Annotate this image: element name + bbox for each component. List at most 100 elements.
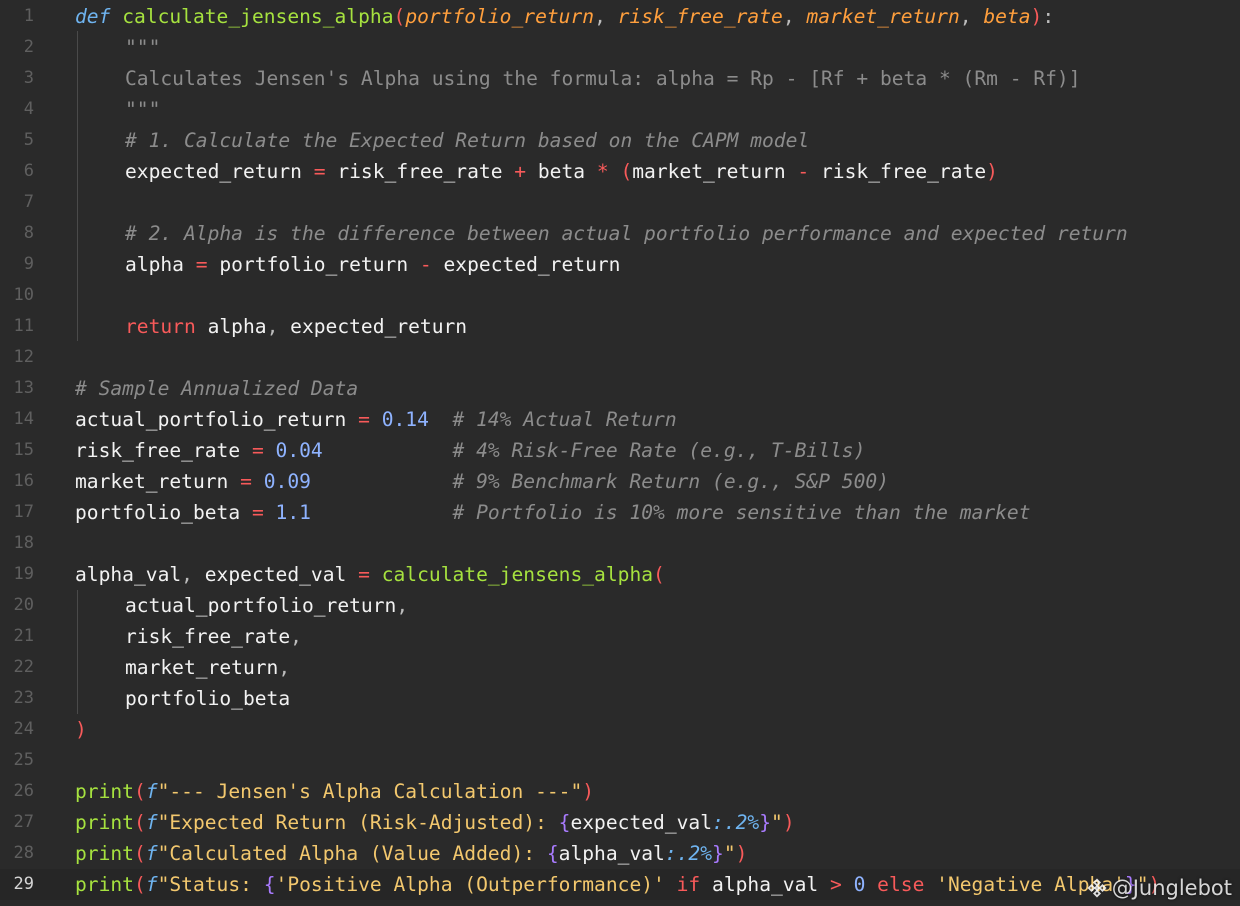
code-token: ) bbox=[582, 780, 595, 803]
code-token: portfolio_return bbox=[219, 253, 409, 276]
code-line[interactable]: 4 """ bbox=[0, 94, 1240, 125]
code-token: ( bbox=[133, 780, 146, 803]
code-token: { bbox=[558, 811, 571, 834]
code-token: # Sample Annualized Data bbox=[75, 377, 359, 400]
code-token: f bbox=[145, 873, 158, 896]
line-number: 14 bbox=[13, 409, 34, 429]
line-code: market_return = 0.09 # 9% Benchmark Retu… bbox=[75, 466, 889, 497]
code-line[interactable]: 28 print(f"Calculated Alpha (Value Added)… bbox=[0, 838, 1240, 869]
code-token: risk_free_rate bbox=[125, 625, 291, 648]
code-token: alpha bbox=[207, 315, 267, 338]
code-line[interactable]: 19 alpha_val, expected_val = calculate_je… bbox=[0, 559, 1240, 590]
line-number: 12 bbox=[13, 347, 34, 367]
code-line[interactable]: 23 portfolio_beta bbox=[0, 683, 1240, 714]
code-token: expected_return bbox=[290, 315, 468, 338]
code-token: , bbox=[278, 656, 291, 679]
line-number: 22 bbox=[13, 657, 34, 677]
line-number: 9 bbox=[23, 254, 34, 274]
code-token: """ bbox=[125, 98, 161, 121]
code-line[interactable]: 7 bbox=[0, 187, 1240, 218]
code-token: "Calculated Alpha (Value Added): bbox=[157, 842, 547, 865]
code-token: = bbox=[183, 253, 220, 276]
code-line[interactable]: 9 alpha = portfolio_return - expected_ret… bbox=[0, 249, 1240, 280]
code-token: else bbox=[865, 873, 937, 896]
code-line[interactable]: 8 # 2. Alpha is the difference between ac… bbox=[0, 218, 1240, 249]
code-line[interactable]: 22 market_return, bbox=[0, 652, 1240, 683]
code-line[interactable]: 11 return alpha, expected_return bbox=[0, 311, 1240, 342]
code-token: market_return bbox=[632, 160, 786, 183]
code-line[interactable]: 10 bbox=[0, 280, 1240, 311]
code-line[interactable]: 29 print(f"Status: {'Positive Alpha (Outp… bbox=[0, 869, 1240, 900]
code-token: alpha_val bbox=[75, 563, 182, 586]
code-token: alpha bbox=[125, 253, 184, 276]
code-token: alpha_val bbox=[558, 842, 665, 865]
code-token: f bbox=[145, 811, 158, 834]
code-editor[interactable]: 1 def calculate_jensens_alpha(portfolio_r… bbox=[0, 0, 1240, 906]
code-token: + bbox=[502, 160, 538, 183]
line-code: print(f"Status: {'Positive Alpha (Outper… bbox=[75, 869, 1160, 900]
code-token: ( bbox=[133, 842, 146, 865]
code-line[interactable]: 18 bbox=[0, 528, 1240, 559]
code-token: ( bbox=[133, 811, 146, 834]
code-line[interactable]: 14 actual_portfolio_return = 0.14 # 14% A… bbox=[0, 404, 1240, 435]
line-number: 19 bbox=[13, 564, 34, 584]
code-token: print bbox=[75, 811, 134, 834]
code-token: expected_val bbox=[570, 811, 713, 834]
code-line[interactable]: 27 print(f"Expected Return (Risk-Adjusted… bbox=[0, 807, 1240, 838]
code-line[interactable]: 5 # 1. Calculate the Expected Return base… bbox=[0, 125, 1240, 156]
code-line[interactable]: 3 Calculates Jensen's Alpha using the for… bbox=[0, 63, 1240, 94]
line-number: 17 bbox=[13, 502, 34, 522]
code-token: ) bbox=[782, 811, 795, 834]
line-number: 28 bbox=[13, 843, 34, 863]
code-token: = bbox=[346, 563, 382, 586]
code-token: - bbox=[785, 160, 822, 183]
code-token: risk_free_rate bbox=[337, 160, 503, 183]
code-token: expected_return bbox=[443, 253, 621, 276]
code-line[interactable]: 25 bbox=[0, 745, 1240, 776]
code-token: "--- Jensen's Alpha Calculation ---" bbox=[157, 780, 583, 803]
code-line[interactable]: 17 portfolio_beta = 1.1 # Portfolio is 10… bbox=[0, 497, 1240, 528]
code-token: 0.14 bbox=[381, 408, 429, 431]
line-number: 3 bbox=[23, 68, 34, 88]
line-code: risk_free_rate = 0.04 # 4% Risk-Free Rat… bbox=[75, 435, 865, 466]
code-line[interactable]: 12 bbox=[0, 342, 1240, 373]
code-token: ) bbox=[75, 718, 87, 741]
code-line[interactable]: 13 # Sample Annualized Data bbox=[0, 373, 1240, 404]
code-line[interactable]: 26 print(f"--- Jensen's Alpha Calculation… bbox=[0, 776, 1240, 807]
code-token: = bbox=[240, 501, 276, 524]
line-code: risk_free_rate, bbox=[125, 621, 302, 652]
code-token: 'Positive Alpha (Outperformance)' bbox=[275, 873, 665, 896]
code-token: > bbox=[818, 873, 854, 896]
line-code: print(f"Expected Return (Risk-Adjusted):… bbox=[75, 807, 795, 838]
code-token: , bbox=[594, 5, 618, 28]
line-code: """ bbox=[125, 32, 160, 63]
code-line[interactable]: 21 risk_free_rate, bbox=[0, 621, 1240, 652]
line-code: print(f"--- Jensen's Alpha Calculation -… bbox=[75, 776, 594, 807]
code-line[interactable]: 6 expected_return = risk_free_rate + beta… bbox=[0, 156, 1240, 187]
code-token: portfolio_beta bbox=[75, 501, 241, 524]
code-token: ) bbox=[1030, 5, 1043, 28]
code-line[interactable]: 20 actual_portfolio_return, bbox=[0, 590, 1240, 621]
code-token: portfolio_return bbox=[405, 5, 595, 28]
code-token: 0 bbox=[853, 873, 866, 896]
code-line[interactable]: 15 risk_free_rate = 0.04 # 4% Risk-Free R… bbox=[0, 435, 1240, 466]
code-token: return bbox=[125, 315, 196, 338]
code-line[interactable]: 2 """ bbox=[0, 32, 1240, 63]
code-token: 0.09 bbox=[263, 470, 311, 493]
code-token: risk_free_rate bbox=[617, 5, 783, 28]
code-token: ) bbox=[986, 160, 998, 183]
code-line[interactable]: 24) bbox=[0, 714, 1240, 745]
line-number: 5 bbox=[23, 130, 34, 150]
line-number: 26 bbox=[13, 781, 34, 801]
code-line[interactable]: 16 market_return = 0.09 # 9% Benchmark Re… bbox=[0, 466, 1240, 497]
code-token: * bbox=[585, 160, 621, 183]
line-number: 1 bbox=[23, 6, 34, 26]
code-token: # 2. Alpha is the difference between act… bbox=[125, 222, 1128, 245]
code-token: } bbox=[759, 811, 772, 834]
code-token: :.2% bbox=[664, 842, 713, 865]
line-number: 4 bbox=[23, 99, 34, 119]
line-code: alpha_val, expected_val = calculate_jens… bbox=[75, 559, 665, 590]
code-line[interactable]: 1 def calculate_jensens_alpha(portfolio_r… bbox=[0, 1, 1240, 32]
